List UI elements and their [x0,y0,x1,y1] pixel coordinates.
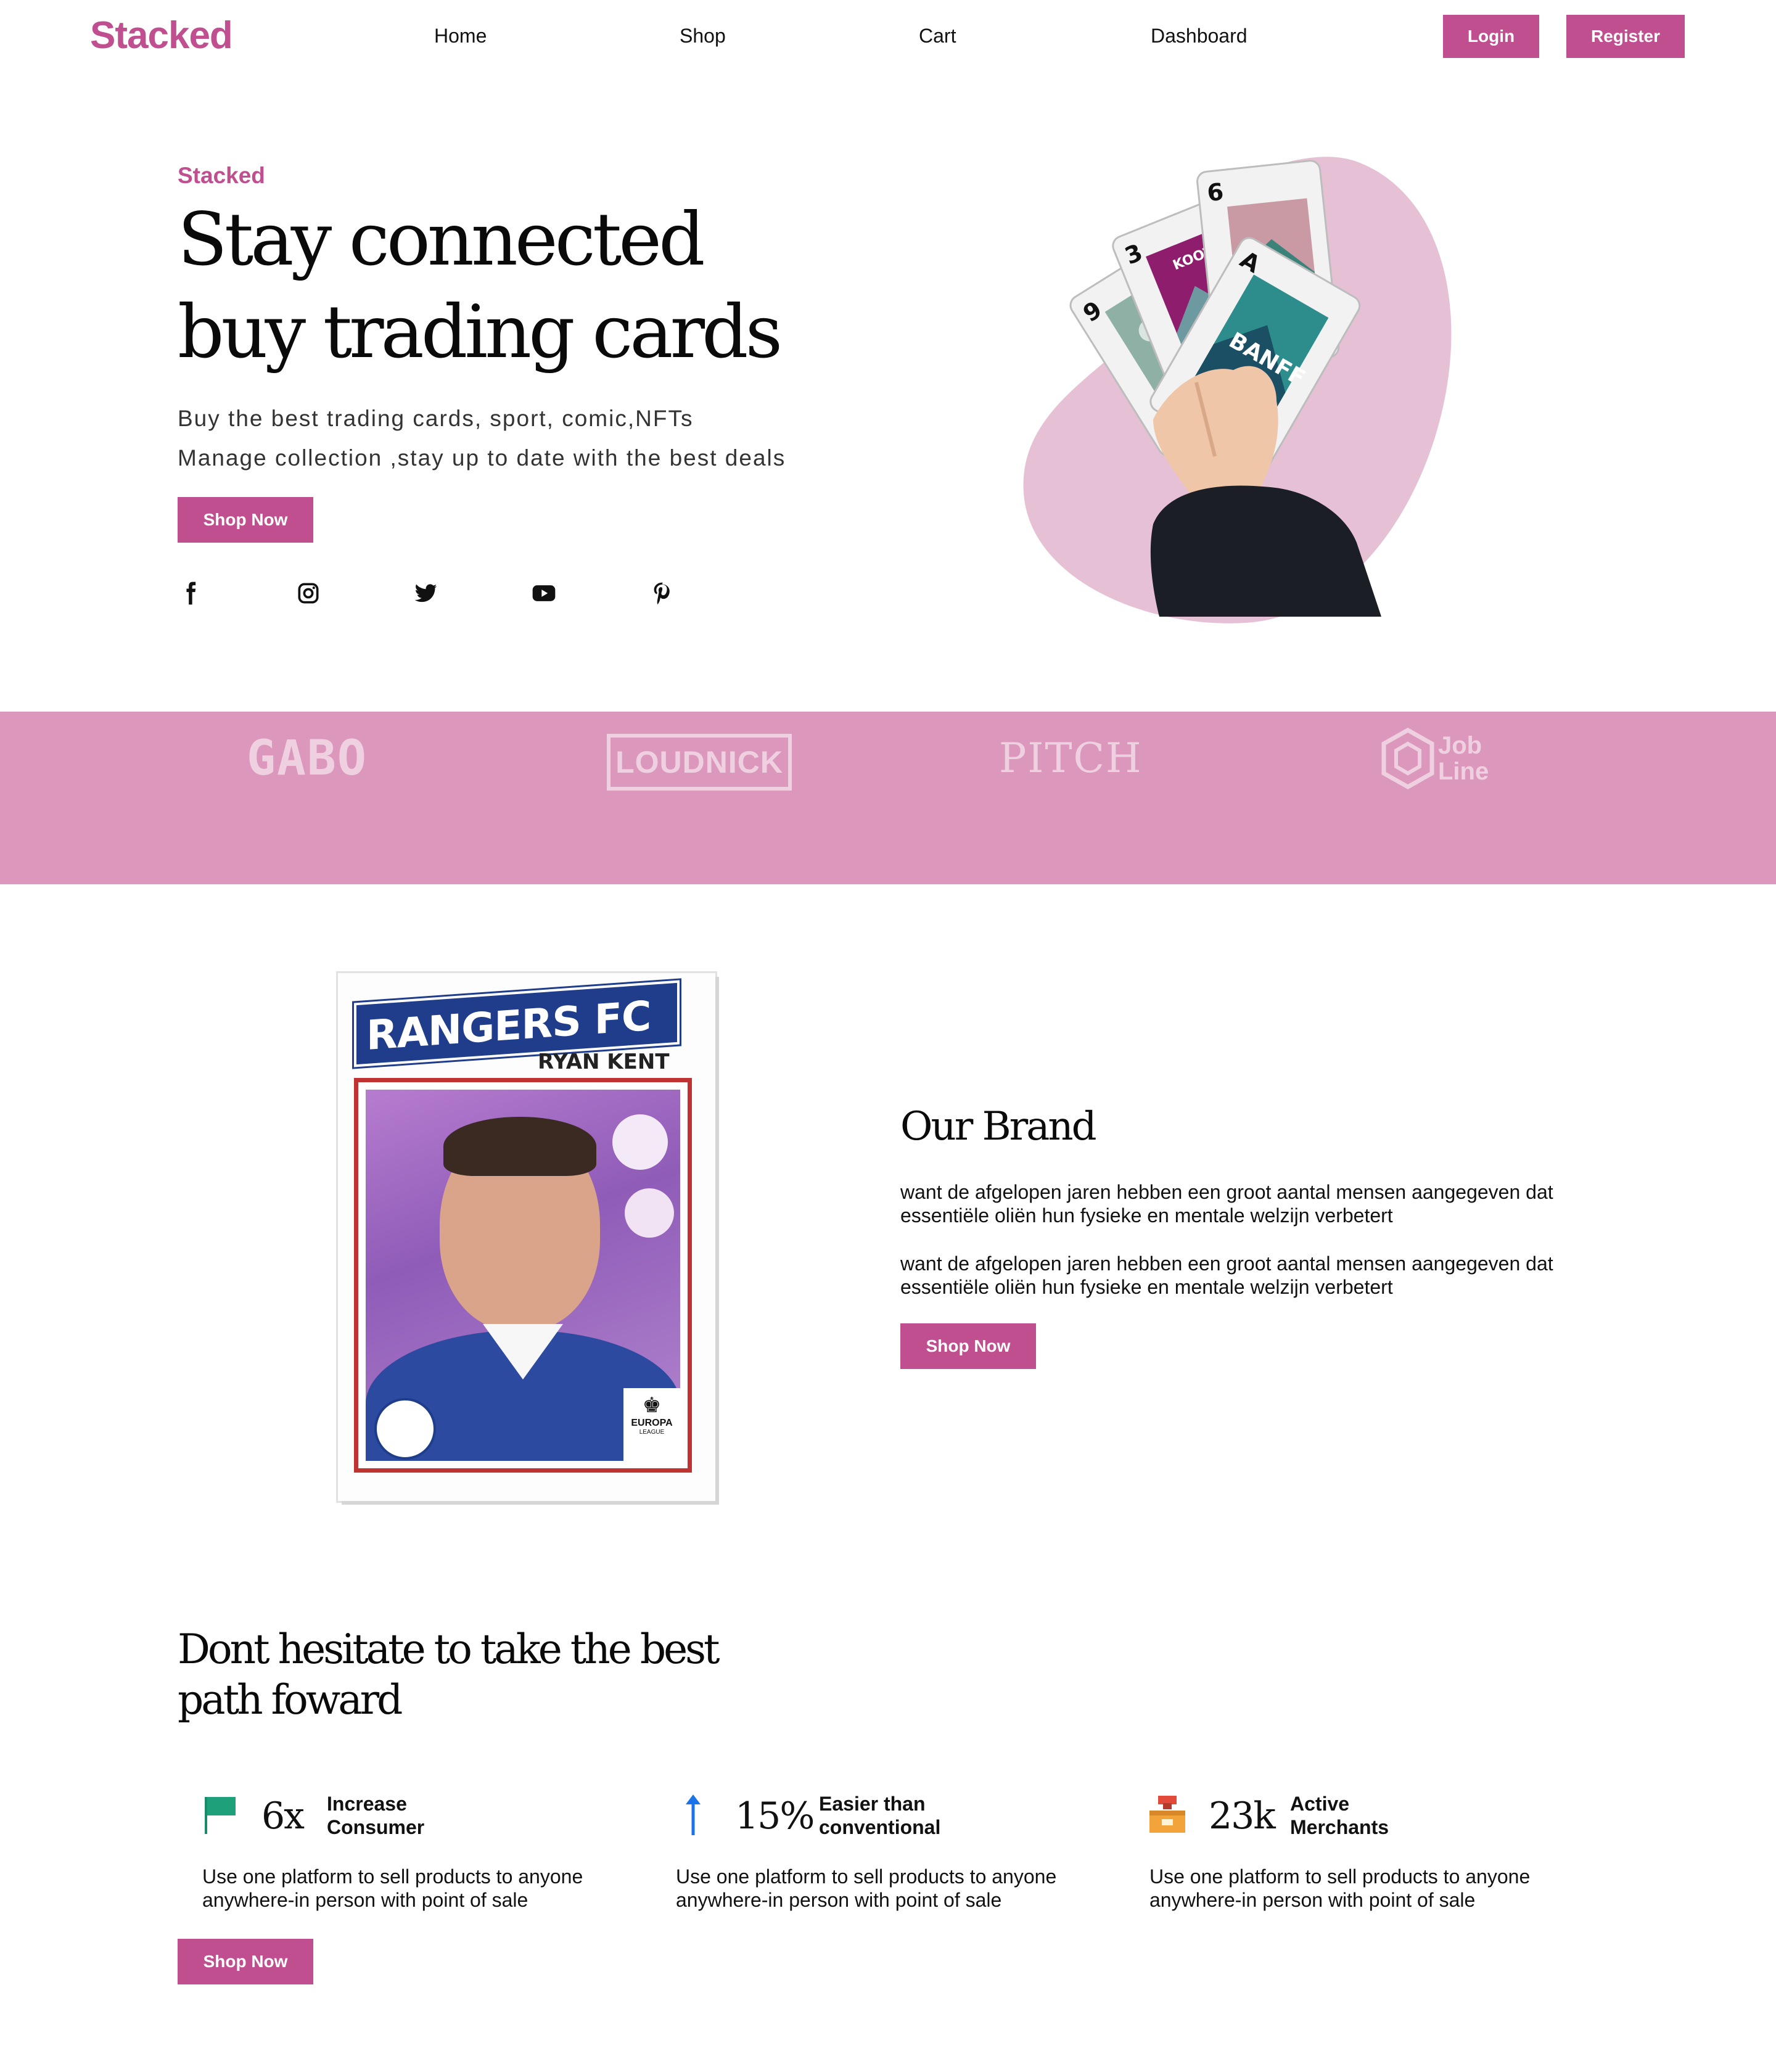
stat-desc-easier: Use one platform to sell products to any… [676,1865,1057,1911]
path-title-line1: Dont hesitate to take the best [178,1626,720,1673]
merchant-box-icon [1149,1796,1185,1833]
site-logo[interactable]: Stacked [90,14,233,57]
football-badge [374,1398,436,1460]
stat-number-merchants: 23k [1209,1794,1276,1838]
arrow-up-icon [686,1794,701,1835]
hero-illustration: 9 3 KOOT 6 A BANFF [1023,157,1452,623]
nav-shop[interactable]: Shop [680,25,726,47]
hero-shop-now-button[interactable]: Shop Now [178,497,313,543]
brand-shop-now-button[interactable]: Shop Now [900,1323,1036,1369]
instagram-icon[interactable] [295,580,322,607]
pinterest-icon[interactable] [649,580,676,607]
youtube-icon[interactable] [530,580,557,607]
partner-logo-loudnick: LOUDNICK [607,715,792,802]
path-title-line2: path foward [178,1676,403,1724]
player-card-frame: ♚ EUROPA LEAGUE [354,1078,692,1473]
twitter-icon[interactable] [412,580,439,607]
partner-logo-jobline: Job Line [1381,715,1505,802]
hero-title-line1: Stay connected [178,197,705,282]
europa-badge: ♚ EUROPA LEAGUE [623,1388,680,1461]
player-portrait: ♚ EUROPA LEAGUE [366,1090,680,1461]
partner-logo-pitch: PITCH [999,734,1143,782]
hero-subtitle-line2: Manage collection ,stay up to date with … [178,445,786,471]
player-card: RANGERS FC RYAN KENT ♚ EUROPA LEAGUE [338,973,715,1501]
stat-label-easier: Easier than conventional [819,1793,941,1838]
flag-icon [205,1797,236,1834]
jobline-hexagon-icon [1381,728,1434,789]
stat-desc-consumer: Use one platform to sell products to any… [202,1865,583,1911]
brand-paragraph-1: want de afgelopen jaren hebben een groot… [900,1181,1553,1227]
brand-paragraph-2: want de afgelopen jaren hebben een groot… [900,1252,1553,1298]
hero-subtitle-line1: Buy the best trading cards, sport, comic… [178,406,694,431]
login-button[interactable]: Login [1443,15,1539,58]
stat-number-consumer: 6x [261,1794,305,1838]
path-shop-now-button[interactable]: Shop Now [178,1939,313,1984]
brand-title: Our Brand [900,1104,1097,1149]
card-six-rank: 6 [1206,178,1225,207]
stat-label-merchants: Active Merchants [1290,1793,1389,1838]
stat-number-easier: 15% [735,1794,815,1838]
partner-logo-gabo: GABO [247,731,368,786]
facebook-icon[interactable] [176,580,204,607]
register-button[interactable]: Register [1566,15,1685,58]
player-card-name: RYAN KENT [538,1050,670,1074]
nav-home[interactable]: Home [434,25,487,47]
hero-title-line2: buy trading cards [178,289,783,374]
hero-eyebrow: Stacked [178,163,265,188]
nav-dashboard[interactable]: Dashboard [1151,25,1248,47]
stat-desc-merchants: Use one platform to sell products to any… [1149,1865,1531,1911]
nav-cart[interactable]: Cart [919,25,956,47]
stat-label-consumer: Increase Consumer [327,1793,425,1838]
